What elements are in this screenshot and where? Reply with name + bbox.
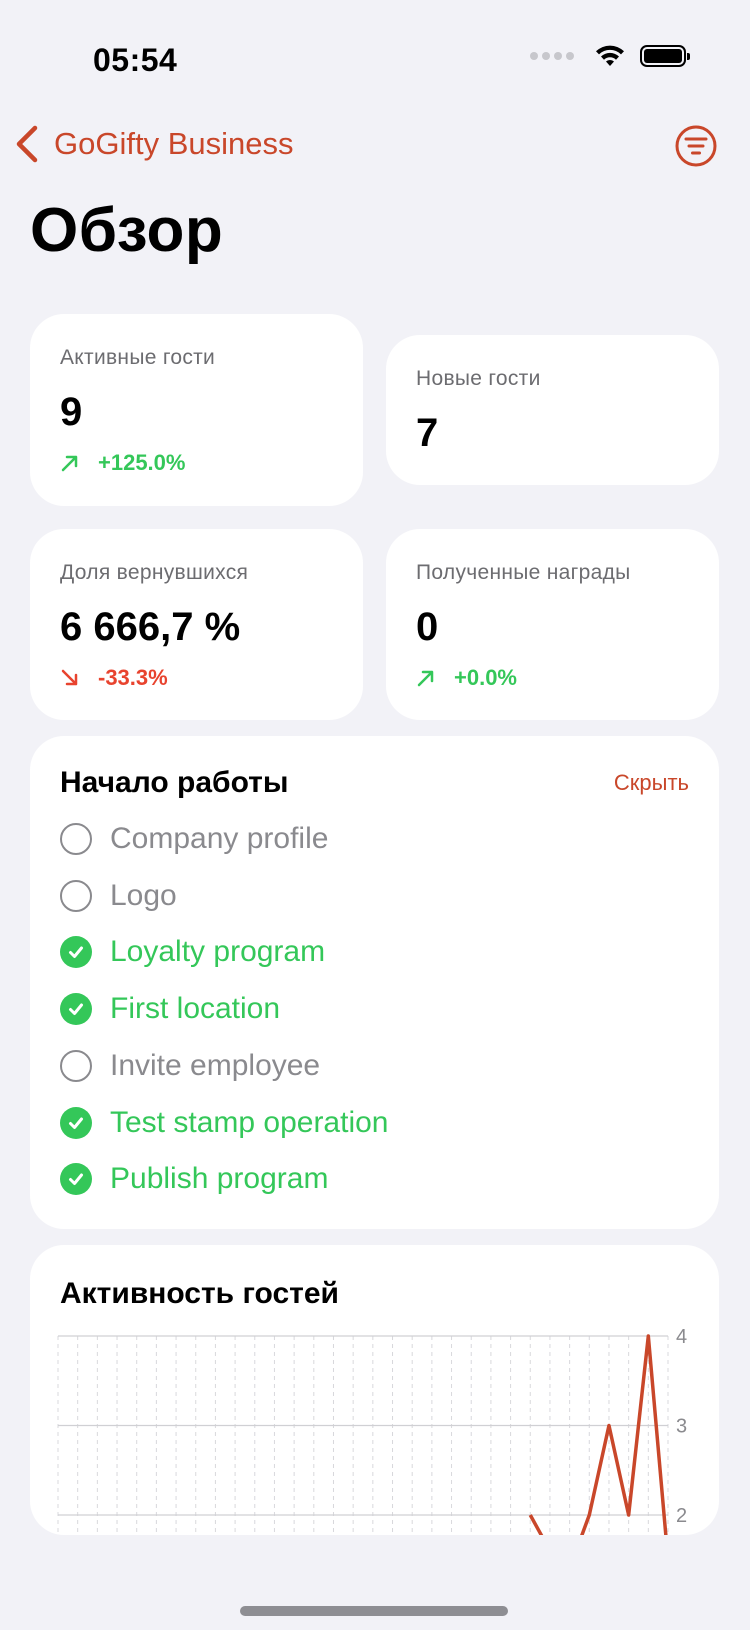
stat-card-returning-share[interactable]: Доля вернувшихся 6 666,7 % -33.3% xyxy=(30,529,363,720)
stat-card-active-guests[interactable]: Активные гости 9 +125.0% xyxy=(30,314,363,506)
stat-change: +0.0% xyxy=(416,665,517,691)
stat-card-rewards[interactable]: Полученные награды 0 +0.0% xyxy=(386,529,719,720)
guest-activity-card: Активность гостей 432 xyxy=(30,1245,719,1535)
hide-button[interactable]: Скрыть xyxy=(614,770,689,796)
checklist-item-label: Test stamp operation xyxy=(110,1105,389,1139)
checkmark-circle-icon xyxy=(60,1106,92,1139)
checkmark-circle-icon xyxy=(60,1163,92,1196)
chart-series-line xyxy=(528,1334,668,1535)
chevron-left-icon xyxy=(16,125,38,163)
page-title: Обзор xyxy=(30,196,224,265)
status-bar: 05:54 xyxy=(0,0,750,110)
checklist-item-label: First location xyxy=(110,992,281,1026)
status-icons xyxy=(530,44,690,68)
filter-icon[interactable] xyxy=(675,125,717,167)
checklist-item-label: Loyalty program xyxy=(110,935,326,969)
stat-value: 7 xyxy=(416,411,439,455)
navigation-bar: GoGifty Business xyxy=(0,115,750,179)
battery-icon xyxy=(640,45,690,67)
y-tick-label: 4 xyxy=(676,1326,687,1348)
getting-started-card: Начало работы Скрыть Company profile Logo… xyxy=(30,736,719,1229)
back-button-label: GoGifty Business xyxy=(54,126,294,161)
stat-label: Полученные награды xyxy=(416,561,631,584)
empty-circle-icon xyxy=(60,879,92,912)
stat-label: Доля вернувшихся xyxy=(60,561,249,584)
empty-circle-icon xyxy=(60,1049,92,1082)
checklist-item-label: Company profile xyxy=(110,822,329,855)
checkmark-circle-icon xyxy=(60,936,92,969)
stat-change-value: +125.0% xyxy=(98,450,186,475)
stat-value: 9 xyxy=(60,390,83,434)
checklist-item[interactable]: Publish program xyxy=(60,1162,328,1196)
checklist-item-label: Publish program xyxy=(110,1162,329,1196)
status-time: 05:54 xyxy=(93,42,178,78)
stat-label: Новые гости xyxy=(416,367,541,390)
stat-change: -33.3% xyxy=(60,665,168,691)
checklist-item-label: Invite employee xyxy=(110,1048,321,1082)
stat-change: +125.0% xyxy=(60,450,185,476)
arrow-up-right-icon xyxy=(417,670,434,687)
stat-change-value: +0.0% xyxy=(454,665,517,690)
stat-value: 6 666,7 % xyxy=(60,605,241,649)
checkmark-circle-icon xyxy=(60,993,92,1026)
checklist-item[interactable]: Test stamp operation xyxy=(60,1106,388,1140)
checklist-item[interactable]: Loyalty program xyxy=(60,935,325,969)
y-tick-label: 3 xyxy=(676,1416,687,1438)
getting-started-title: Начало работы xyxy=(60,766,289,799)
wifi-icon xyxy=(596,45,624,66)
home-indicator[interactable] xyxy=(240,1606,508,1616)
stat-label: Активные гости xyxy=(60,346,216,369)
checklist-item[interactable]: Logo xyxy=(60,879,177,913)
checklist-item[interactable]: First location xyxy=(60,992,280,1026)
empty-circle-icon xyxy=(60,823,92,855)
y-tick-label: 2 xyxy=(676,1505,687,1527)
arrow-down-right-icon xyxy=(61,669,78,686)
activity-chart: 4 3 2 xyxy=(57,1326,687,1535)
stat-card-new-guests[interactable]: Новые гости 7 xyxy=(386,335,719,485)
signal-icon xyxy=(530,52,574,60)
checklist-item[interactable]: Company profile xyxy=(60,822,328,856)
checklist-item[interactable]: Invite employee xyxy=(60,1049,320,1083)
stat-value: 0 xyxy=(416,605,439,649)
back-button[interactable]: GoGifty Business xyxy=(14,125,293,163)
checklist-item-label: Logo xyxy=(110,878,177,912)
stat-change-value: -33.3% xyxy=(98,665,168,690)
arrow-up-right-icon xyxy=(61,455,78,472)
